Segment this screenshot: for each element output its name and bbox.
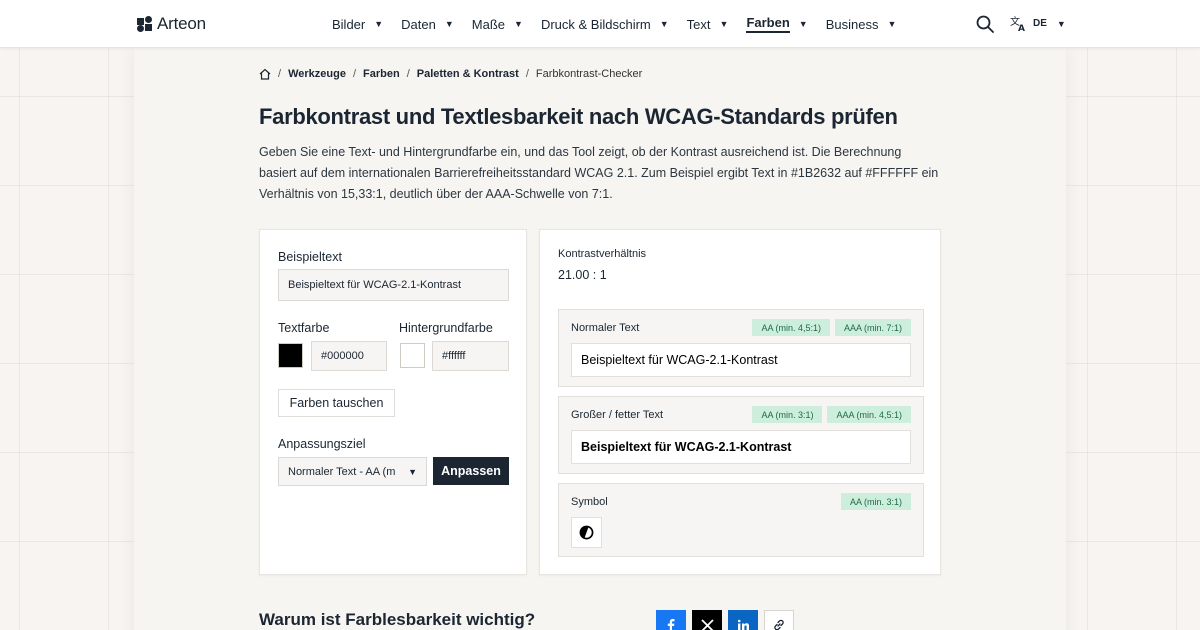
copy-link-button[interactable] — [764, 610, 794, 630]
caret-down-icon: ▼ — [887, 19, 897, 29]
link-icon — [774, 619, 784, 630]
breadcrumb-item-paletten[interactable]: Paletten & Kontrast — [417, 68, 519, 80]
breadcrumb-separator: / — [278, 68, 282, 80]
facebook-icon — [667, 619, 675, 630]
text-color-swatch[interactable] — [278, 343, 303, 368]
main-content: / Werkzeuge / Farben / Paletten & Kontra… — [134, 48, 1066, 630]
result-badges: AA (min. 3:1) AAA (min. 4,5:1) — [752, 406, 911, 423]
background-color-swatch[interactable] — [400, 343, 425, 368]
background-color-label: Hintergrundfarbe — [399, 321, 493, 335]
brand-name: Arteon — [157, 14, 206, 33]
breadcrumb-item-farben[interactable]: Farben — [363, 68, 400, 80]
adjustment-target-select[interactable]: Normaler Text - AA (m ▼ — [278, 457, 427, 486]
result-badges: AA (min. 4,5:1) AAA (min. 7:1) — [752, 319, 911, 336]
contrast-ratio-value: 21.00 : 1 — [558, 268, 607, 282]
language-code: DE — [1033, 18, 1047, 29]
caret-down-icon: ▼ — [444, 19, 454, 29]
page-title: Farbkontrast und Textlesbarkeit nach WCA… — [259, 104, 898, 129]
svg-text:A: A — [1018, 24, 1025, 32]
nav-item-daten[interactable]: Daten ▼ — [401, 0, 454, 48]
page-intro: Geben Sie eine Text- und Hintergrundfarb… — [259, 145, 939, 201]
nav-label: Business — [825, 16, 879, 32]
main-nav: Bilder ▼ Daten ▼ Maße ▼ Druck & Bildschirm ▼… — [332, 0, 914, 48]
nav-item-druck-bildschirm[interactable]: Druck & Bildschirm ▼ — [541, 0, 669, 48]
x-share-button[interactable] — [692, 610, 722, 630]
nav-item-bilder[interactable]: Bilder ▼ — [332, 0, 383, 48]
nav-item-business[interactable]: Business ▼ — [826, 0, 897, 48]
result-title: Symbol — [571, 496, 608, 508]
linkedin-icon — [737, 619, 749, 630]
status-badge: AA (min. 4,5:1) — [752, 319, 830, 336]
nav-label: Bilder — [332, 16, 366, 32]
results-panel: Kontrastverhältnis 21.00 : 1 Normaler Te… — [539, 229, 941, 575]
caret-down-icon: ▼ — [1056, 18, 1066, 29]
search-icon[interactable] — [976, 15, 994, 33]
translate-icon: 文 A — [1010, 15, 1025, 32]
breadcrumb-separator: / — [406, 68, 410, 80]
text-color-label: Textfarbe — [278, 321, 330, 335]
arteon-logo-icon — [137, 16, 152, 32]
result-badges: AA (min. 3:1) — [840, 493, 911, 510]
result-title: Großer / fetter Text — [571, 409, 664, 421]
caret-down-icon: ▼ — [408, 466, 417, 477]
adjustment-target-label: Anpassungsziel — [278, 437, 366, 451]
normal-text-sample: Beispieltext für WCAG-2.1-Kontrast — [571, 343, 911, 377]
status-badge: AAA (min. 4,5:1) — [827, 406, 911, 423]
symbol-result: Symbol AA (min. 3:1) — [558, 483, 924, 557]
swap-colors-button[interactable]: Farben tauschen — [278, 389, 395, 417]
linkedin-share-button[interactable] — [728, 610, 758, 630]
nav-item-text[interactable]: Text ▼ — [687, 0, 729, 48]
sample-text-input[interactable]: Beispieltext für WCAG-2.1-Kontrast — [278, 269, 509, 301]
home-icon[interactable] — [259, 68, 271, 80]
caret-down-icon: ▼ — [659, 19, 669, 29]
contrast-ratio-label: Kontrastverhältnis — [558, 248, 647, 260]
x-icon — [700, 618, 714, 630]
nav-item-farben[interactable]: Farben ▼ — [746, 0, 808, 48]
language-switcher[interactable]: 文 A DE ▼ — [1010, 15, 1066, 32]
large-text-result: Großer / fetter Text AA (min. 3:1) AAA (… — [558, 396, 924, 474]
contrast-icon — [579, 525, 594, 540]
status-badge: AA (min. 3:1) — [752, 406, 823, 423]
sample-text-label: Beispieltext — [278, 250, 342, 264]
breadcrumb: / Werkzeuge / Farben / Paletten & Kontra… — [259, 68, 642, 80]
select-value: Normaler Text - AA (m — [288, 465, 396, 478]
text-color-input[interactable]: #000000 — [311, 341, 387, 371]
nav-item-masse[interactable]: Maße ▼ — [472, 0, 523, 48]
nav-label: Maße — [471, 16, 506, 32]
breadcrumb-separator: / — [525, 68, 529, 80]
large-text-sample: Beispieltext für WCAG-2.1-Kontrast — [571, 430, 911, 464]
brand-logo[interactable]: Arteon — [137, 14, 206, 34]
nav-label: Farben — [746, 15, 790, 33]
nav-label: Druck & Bildschirm — [540, 16, 651, 32]
caret-down-icon: ▼ — [719, 19, 729, 29]
adjust-button[interactable]: Anpassen — [433, 457, 509, 485]
facebook-share-button[interactable] — [656, 610, 686, 630]
status-badge: AA (min. 3:1) — [840, 493, 911, 510]
caret-down-icon: ▼ — [798, 19, 808, 29]
nav-label: Text — [686, 16, 711, 32]
breadcrumb-item-werkzeuge[interactable]: Werkzeuge — [288, 68, 346, 80]
breadcrumb-separator: / — [352, 68, 356, 80]
top-navigation-bar: Arteon Bilder ▼ Daten ▼ Maße ▼ Druck & Bild… — [0, 0, 1200, 48]
status-badge: AAA (min. 7:1) — [834, 319, 911, 336]
input-panel: Beispieltext Beispieltext für WCAG-2.1-K… — [259, 229, 527, 575]
nav-label: Daten — [401, 16, 436, 32]
section-title-why: Warum ist Farblesbarkeit wichtig? — [259, 610, 536, 629]
background-color-input[interactable]: #ffffff — [432, 341, 509, 371]
breadcrumb-current: Farbkontrast-Checker — [535, 68, 643, 80]
normal-text-result: Normaler Text AA (min. 4,5:1) AAA (min. … — [558, 309, 924, 387]
caret-down-icon: ▼ — [374, 19, 384, 29]
symbol-preview — [571, 517, 602, 548]
result-title: Normaler Text — [571, 322, 640, 334]
caret-down-icon: ▼ — [514, 19, 523, 29]
